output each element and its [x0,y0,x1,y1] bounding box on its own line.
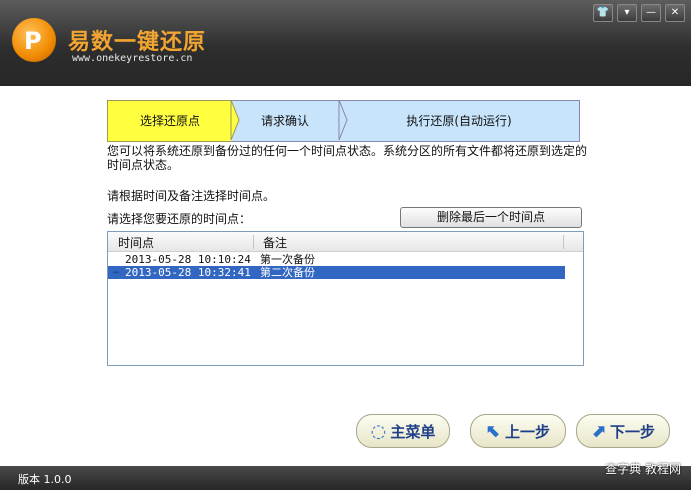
step-indicator: 选择还原点 请求确认 执行还原(自动运行) [107,100,580,142]
row-note: 第一次备份 [260,253,315,266]
next-step-label: 下一步 [610,422,656,441]
list-header: 时间点 备注 [108,232,583,252]
skin-icon[interactable]: 👕 [593,4,613,22]
app-url: www.onekeyrestore.cn [72,53,193,64]
step-chevrons [230,100,348,140]
row-note: 第二次备份 [260,266,315,279]
description-text: 您可以将系统还原到备份过的任何一个时间点状态。系统分区的所有文件都将还原到选定的… [107,144,588,172]
prev-step-label: 上一步 [505,422,551,441]
hint-choose-point: 请选择您要还原的时间点： [107,212,252,226]
selection-arrow-icon: ➡ [113,266,120,279]
version-label: 版本 1.0.0 [18,473,72,486]
minimize-icon[interactable]: — [641,4,661,22]
delete-last-point-button[interactable]: 删除最后一个时间点 [400,207,582,228]
loading-circle-icon: ◌ [370,420,387,442]
column-note[interactable]: 备注 [263,234,287,251]
menu-icon[interactable]: ▾ [617,4,637,22]
row-time: 2013-05-28 10:10:24 [125,253,251,266]
main-menu-button[interactable]: ◌ 主菜单 [356,414,450,448]
app-logo-icon: P [12,18,56,62]
list-row-selected[interactable]: ➡ 2013-05-28 10:32:41 第二次备份 [108,266,565,279]
column-divider [563,235,564,249]
list-row[interactable]: 2013-05-28 10:10:24 第一次备份 [108,253,565,266]
watermark: 查字典 教程网 [605,462,681,476]
arrow-forward-icon: ⬈ [590,420,607,442]
prev-step-button[interactable]: ⬉ 上一步 [470,414,566,448]
logo-letter: P [24,27,42,55]
column-divider [253,235,254,249]
close-icon[interactable]: ✕ [665,4,685,22]
restore-point-list[interactable]: 时间点 备注 2013-05-28 10:10:24 第一次备份 ➡ 2013-… [107,231,584,366]
hint-select-by-time: 请根据时间及备注选择时间点。 [107,189,276,203]
status-bar: 版本 1.0.0 [0,466,691,490]
column-time[interactable]: 时间点 [118,234,154,251]
title-bar: P 易数一键还原 www.onekeyrestore.cn 👕 ▾ — ✕ [0,0,691,86]
row-time: 2013-05-28 10:32:41 [125,266,251,279]
arrow-back-icon: ⬉ [485,420,502,442]
next-step-button[interactable]: ⬈ 下一步 [576,414,670,448]
app-title: 易数一键还原 [68,30,207,55]
window-controls: 👕 ▾ — ✕ [593,4,685,22]
main-menu-label: 主菜单 [390,422,436,441]
